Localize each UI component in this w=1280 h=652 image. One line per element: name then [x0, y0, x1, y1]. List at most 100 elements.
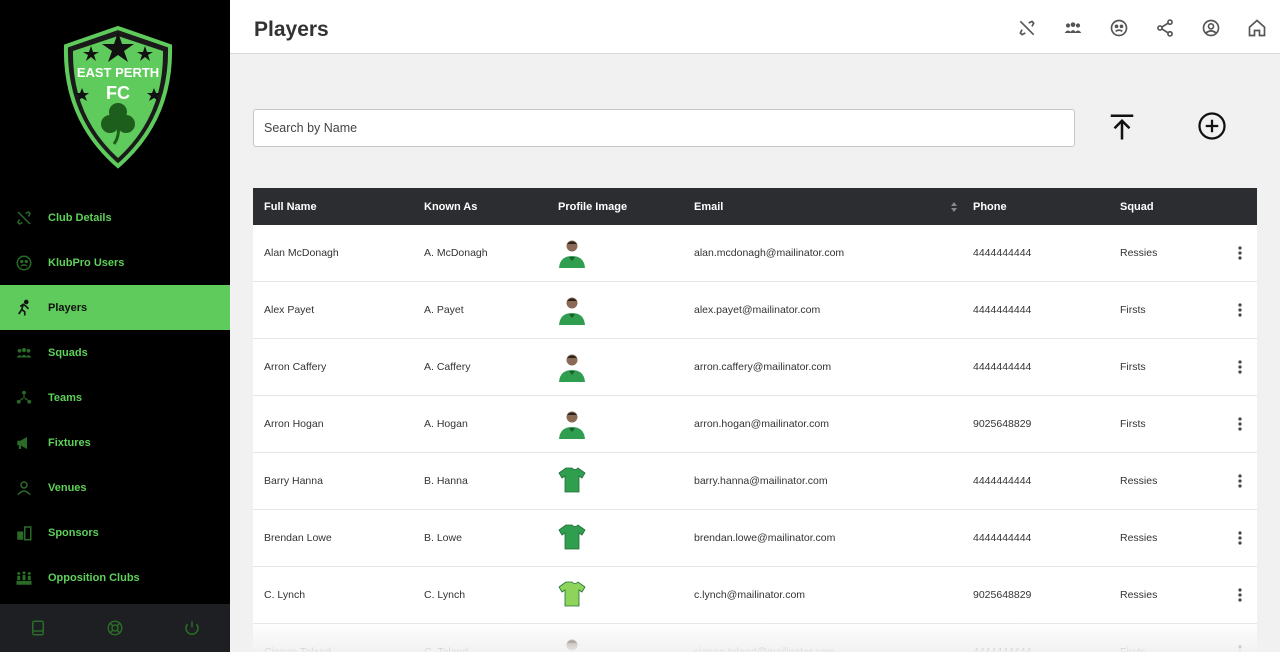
- lifebuoy-icon[interactable]: [104, 617, 126, 639]
- row-menu-button[interactable]: [1229, 356, 1251, 378]
- group-icon: [14, 343, 34, 363]
- cell-full-name: Barry Hanna: [264, 475, 323, 487]
- cell-profile-image: [556, 293, 588, 328]
- cell-squad: Firsts: [1120, 361, 1146, 373]
- sidebar-item-label: Opposition Clubs: [48, 571, 140, 584]
- cell-squad: Ressies: [1120, 247, 1158, 259]
- column-header-profile-image[interactable]: Profile Image: [558, 201, 627, 213]
- home-icon[interactable]: [1234, 14, 1280, 42]
- sidebar-item-players[interactable]: Players: [0, 285, 230, 330]
- more-vertical-icon: [1238, 645, 1242, 652]
- sidebar-item-club-details[interactable]: Club Details: [0, 195, 230, 240]
- face-icon[interactable]: [1096, 14, 1142, 42]
- cell-profile-image: [556, 464, 588, 499]
- more-vertical-icon: [1238, 360, 1242, 374]
- column-header-full-name[interactable]: Full Name: [264, 201, 317, 213]
- table-row[interactable]: Alex Payet A. Payet alex.payet@mailinator.…: [253, 282, 1257, 339]
- table-row[interactable]: Arron Hogan A. Hogan arron.hogan@mailinato…: [253, 396, 1257, 453]
- row-menu-button[interactable]: [1229, 413, 1251, 435]
- cell-known-as: A. Caffery: [424, 361, 471, 373]
- sidebar: EAST PERTH FC Club Details KlubPro Users…: [0, 0, 230, 652]
- header-icon-bar: [1004, 14, 1280, 42]
- table-row[interactable]: Arron Caffery A. Caffery arron.caffery@mai…: [253, 339, 1257, 396]
- cell-profile-image: [556, 578, 588, 613]
- cell-known-as: C. Lynch: [424, 589, 466, 601]
- sidebar-item-label: Fixtures: [48, 436, 91, 449]
- column-header-known-as[interactable]: Known As: [424, 201, 477, 213]
- sidebar-item-sponsors[interactable]: Sponsors: [0, 510, 230, 555]
- cell-phone: 9025648829: [973, 418, 1032, 430]
- cell-phone: 9025648829: [973, 589, 1032, 601]
- sponsor-icon: [14, 523, 34, 543]
- cell-known-as: A. Payet: [424, 304, 464, 316]
- cell-profile-image: [556, 635, 588, 652]
- cell-profile-image: [556, 521, 588, 556]
- table-header: Full Name Known As Profile Image Email P…: [253, 188, 1257, 225]
- sidebar-item-label: Sponsors: [48, 526, 99, 539]
- row-menu-button[interactable]: [1229, 641, 1251, 652]
- cell-squad: Firsts: [1120, 418, 1146, 430]
- cell-email: brendan.lowe@mailinator.com: [694, 532, 836, 544]
- sidebar-item-squads[interactable]: Squads: [0, 330, 230, 375]
- cell-profile-image: [556, 236, 588, 271]
- sidebar-footer: [0, 604, 230, 652]
- cell-full-name: Brendan Lowe: [264, 532, 332, 544]
- sidebar-item-opposition-clubs[interactable]: Opposition Clubs: [0, 555, 230, 600]
- club-logo: EAST PERTH FC: [63, 25, 173, 169]
- account-icon[interactable]: [1188, 14, 1234, 42]
- group-icon[interactable]: [1050, 14, 1096, 42]
- power-icon[interactable]: [181, 617, 203, 639]
- sidebar-item-teams[interactable]: Teams: [0, 375, 230, 420]
- cell-phone: 4444444444: [973, 646, 1032, 652]
- cell-full-name: Arron Caffery: [264, 361, 327, 373]
- search-input[interactable]: [253, 109, 1075, 147]
- cell-squad: Ressies: [1120, 475, 1158, 487]
- network-icon: [14, 388, 34, 408]
- column-header-email[interactable]: Email: [694, 201, 723, 213]
- logo-text-line2: FC: [106, 83, 130, 103]
- cell-email: alan.mcdonagh@mailinator.com: [694, 247, 845, 259]
- cell-squad: Ressies: [1120, 589, 1158, 601]
- cell-phone: 4444444444: [973, 247, 1032, 259]
- cell-known-as: A. McDonagh: [424, 247, 488, 259]
- more-vertical-icon: [1238, 303, 1242, 317]
- cell-phone: 4444444444: [973, 475, 1032, 487]
- sidebar-item-label: Venues: [48, 481, 87, 494]
- add-player-button[interactable]: [1195, 109, 1229, 143]
- sidebar-item-label: KlubPro Users: [48, 256, 125, 269]
- users-face-icon: [14, 253, 34, 273]
- column-header-squad[interactable]: Squad: [1120, 201, 1154, 213]
- more-vertical-icon: [1238, 588, 1242, 602]
- sidebar-item-venues[interactable]: Venues: [0, 465, 230, 510]
- sidebar-item-fixtures[interactable]: Fixtures: [0, 420, 230, 465]
- row-menu-button[interactable]: [1229, 470, 1251, 492]
- row-menu-button[interactable]: [1229, 527, 1251, 549]
- cell-known-as: A. Hogan: [424, 418, 468, 430]
- cell-squad: Firsts: [1120, 646, 1146, 652]
- cell-email: arron.hogan@mailinator.com: [694, 418, 829, 430]
- table-row[interactable]: Cianan Toland C. Toland cianan.toland@mail…: [253, 624, 1257, 652]
- tools-icon: [14, 208, 34, 228]
- tools-icon[interactable]: [1004, 14, 1050, 42]
- sort-icon[interactable]: [950, 202, 958, 215]
- share-icon[interactable]: [1142, 14, 1188, 42]
- more-vertical-icon: [1238, 531, 1242, 545]
- sidebar-item-klubpro-users[interactable]: KlubPro Users: [0, 240, 230, 285]
- cell-email: cianan.toland@mailinator.com: [694, 646, 835, 652]
- table-row[interactable]: Alan McDonagh A. McDonagh alan.mcdonagh@ma…: [253, 225, 1257, 282]
- table-row[interactable]: Brendan Lowe B. Lowe brendan.lowe@mailinat…: [253, 510, 1257, 567]
- column-header-phone[interactable]: Phone: [973, 201, 1007, 213]
- cell-email: alex.payet@mailinator.com: [694, 304, 821, 316]
- cell-full-name: C. Lynch: [264, 589, 306, 601]
- table-row[interactable]: C. Lynch C. Lynch c.lynch@mailinator.com 90…: [253, 567, 1257, 624]
- cell-email: arron.caffery@mailinator.com: [694, 361, 832, 373]
- upload-button[interactable]: [1105, 110, 1139, 144]
- cell-squad: Ressies: [1120, 532, 1158, 544]
- row-menu-button[interactable]: [1229, 584, 1251, 606]
- row-menu-button[interactable]: [1229, 299, 1251, 321]
- more-vertical-icon: [1238, 417, 1242, 431]
- table-row[interactable]: Barry Hanna B. Hanna barry.hanna@mailinato…: [253, 453, 1257, 510]
- megaphone-icon: [14, 433, 34, 453]
- book-icon[interactable]: [27, 617, 49, 639]
- row-menu-button[interactable]: [1229, 242, 1251, 264]
